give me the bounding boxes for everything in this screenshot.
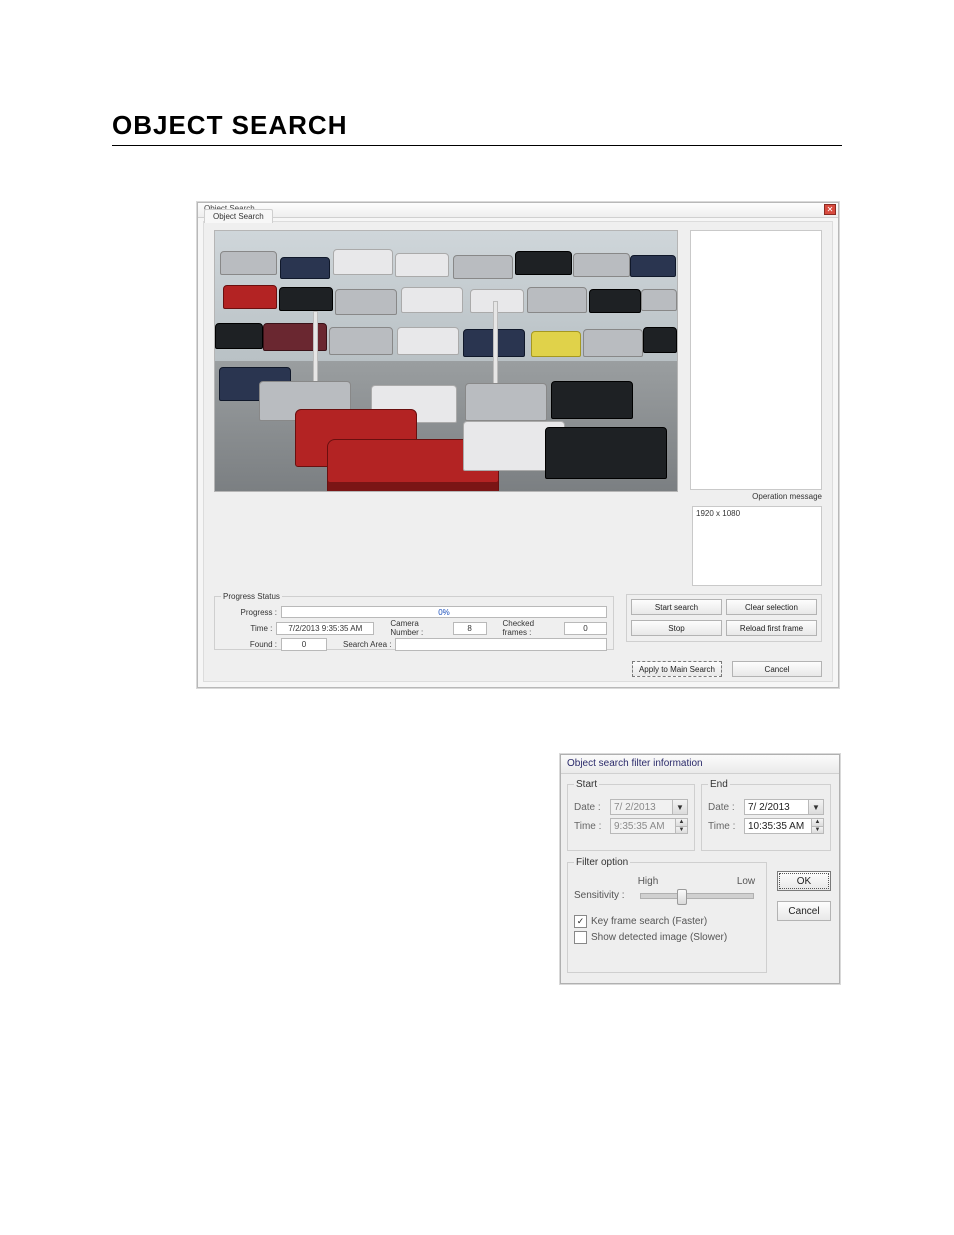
checked-frames-label: Checked frames : [503, 619, 560, 637]
filter-info-dialog: Object search filter information Start D… [560, 754, 840, 984]
start-legend: Start [574, 779, 599, 790]
end-legend: End [708, 779, 730, 790]
show-detected-checkbox[interactable] [574, 931, 587, 944]
progress-legend: Progress Status [221, 592, 282, 601]
start-search-button[interactable]: Start search [631, 599, 722, 615]
end-group: End Date : 7/ 2/2013 ▼ Time : 10:35:35 A… [701, 779, 831, 851]
action-buttons-group: Start search Clear selection Stop Reload… [626, 594, 822, 642]
spinner-icon: ▲▼ [675, 819, 687, 833]
chevron-down-icon: ▼ [672, 800, 687, 814]
sensitivity-low-label: Low [732, 876, 760, 887]
search-area-label: Search Area : [343, 640, 391, 649]
camera-preview[interactable] [214, 230, 678, 492]
stop-button[interactable]: Stop [631, 620, 722, 636]
end-date-label: Date : [708, 802, 740, 813]
checked-frames-value: 0 [564, 622, 607, 635]
tab-object-search[interactable]: Object Search [204, 209, 273, 223]
start-group: Start Date : 7/ 2/2013 ▼ Time : 9:35:35 … [567, 779, 695, 851]
page-title: OBJECT SEARCH [112, 110, 842, 141]
filter-option-group: Filter option High Low Sensitivity : ✓ K… [567, 857, 767, 973]
start-time-label: Time : [574, 821, 606, 832]
sensitivity-high-label: High [634, 876, 662, 887]
start-date-label: Date : [574, 802, 606, 813]
cancel-button[interactable]: Cancel [777, 901, 831, 921]
sensitivity-label: Sensitivity : [574, 890, 630, 901]
progress-status-group: Progress Status Progress : 0% Time : 7/2… [214, 592, 614, 650]
section-divider [112, 145, 842, 146]
end-date-value: 7/ 2/2013 [748, 802, 790, 813]
slider-thumb-icon[interactable] [677, 889, 687, 905]
operation-message-label: Operation message [692, 492, 822, 501]
progress-bar: 0% [281, 606, 607, 618]
end-time-value: 10:35:35 AM [748, 821, 804, 832]
end-time-label: Time : [708, 821, 740, 832]
chevron-down-icon[interactable]: ▼ [808, 800, 823, 814]
ok-button[interactable]: OK [777, 871, 831, 891]
close-icon[interactable]: ✕ [824, 204, 836, 215]
time-label: Time : [221, 624, 272, 633]
cancel-button[interactable]: Cancel [732, 661, 822, 677]
end-date-field[interactable]: 7/ 2/2013 ▼ [744, 799, 824, 815]
keyframe-label: Key frame search (Faster) [591, 916, 707, 927]
progress-label: Progress : [221, 608, 277, 617]
show-detected-label: Show detected image (Slower) [591, 932, 727, 943]
reload-first-frame-button[interactable]: Reload first frame [726, 620, 817, 636]
clear-selection-button[interactable]: Clear selection [726, 599, 817, 615]
spinner-icon[interactable]: ▲▼ [811, 819, 823, 833]
start-time-field: 9:35:35 AM ▲▼ [610, 818, 688, 834]
keyframe-checkbox[interactable]: ✓ [574, 915, 587, 928]
sensitivity-slider[interactable] [640, 893, 754, 899]
window-body: Object Search [203, 221, 833, 682]
found-label: Found : [221, 640, 277, 649]
found-value: 0 [281, 638, 327, 651]
window-titlebar: Object Search ✕ [198, 203, 838, 218]
operation-message-box: 1920 x 1080 [692, 506, 822, 586]
camera-number-label: Camera Number : [390, 619, 448, 637]
dialog-title: Object search filter information [561, 755, 839, 774]
progress-value: 0% [438, 608, 450, 617]
start-time-value: 9:35:35 AM [614, 821, 665, 832]
time-value: 7/2/2013 9:35:35 AM [276, 622, 374, 635]
object-search-window: Object Search ✕ Object Search [197, 202, 839, 688]
apply-to-main-search-button[interactable]: Apply to Main Search [632, 661, 722, 677]
camera-number-value: 8 [453, 622, 487, 635]
start-date-field: 7/ 2/2013 ▼ [610, 799, 688, 815]
results-list[interactable] [690, 230, 822, 490]
filter-legend: Filter option [574, 857, 630, 868]
resolution-text: 1920 x 1080 [696, 509, 740, 518]
start-date-value: 7/ 2/2013 [614, 802, 656, 813]
end-time-field[interactable]: 10:35:35 AM ▲▼ [744, 818, 824, 834]
search-area-value [395, 638, 607, 651]
